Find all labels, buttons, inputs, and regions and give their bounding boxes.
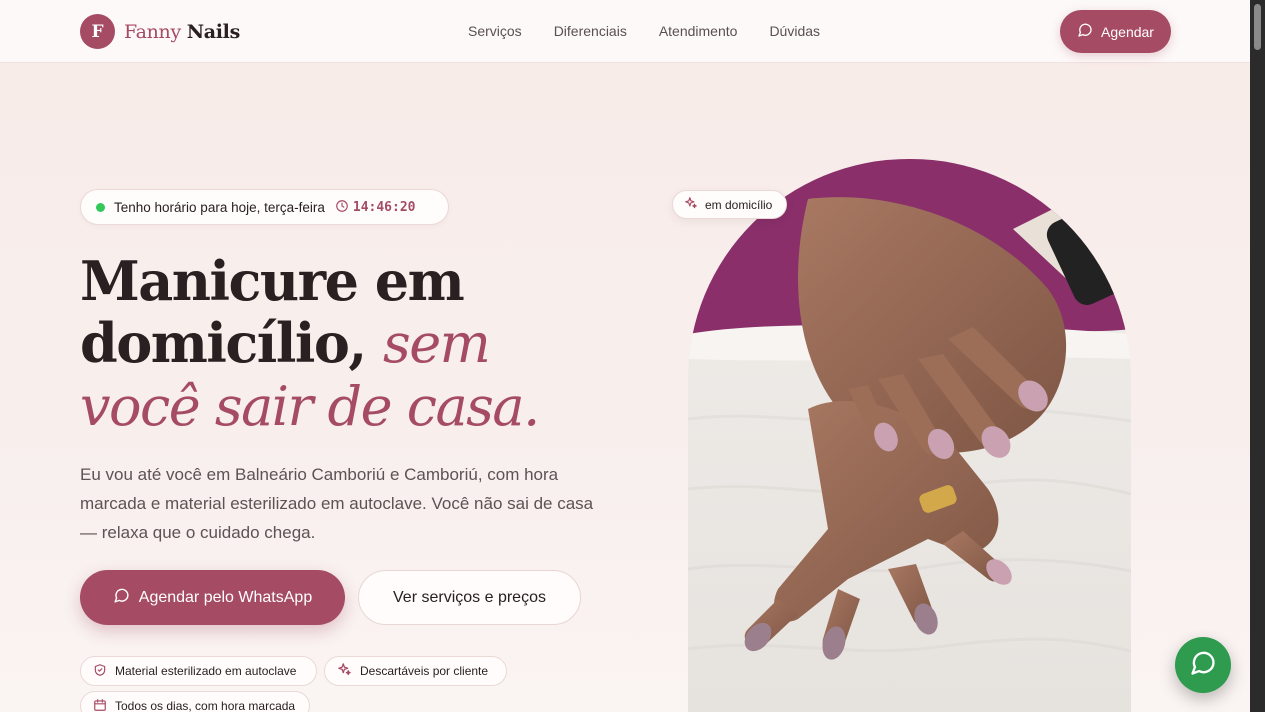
page: F Fanny Nails Serviços Diferenciais Aten… (0, 0, 1250, 712)
clock-group: 14:46:20 (335, 199, 416, 216)
hero-title-accent2: você sair de casa. (80, 375, 540, 438)
sparkle-icon (337, 662, 352, 680)
agendar-button[interactable]: Agendar (1060, 10, 1171, 53)
main-nav: Serviços Diferenciais Atendimento Dúvida… (468, 23, 820, 39)
hero-title-line2: domicílio, (80, 311, 367, 375)
nav-item-servicos[interactable]: Serviços (468, 23, 522, 39)
badge-sterilized-label: Material esterilizado em autoclave (115, 664, 297, 678)
sparkle-icon (684, 196, 698, 213)
logo-text: Fanny Nails (124, 21, 240, 43)
badge-disposables-label: Descartáveis por cliente (360, 664, 489, 678)
in-home-tag-label: em domicílio (705, 197, 773, 212)
nav-item-atendimento[interactable]: Atendimento (659, 23, 738, 39)
clock-icon (335, 199, 349, 216)
chat-bubble-icon (1077, 22, 1093, 41)
services-prices-label: Ver serviços e preços (393, 588, 546, 606)
site-header: F Fanny Nails Serviços Diferenciais Aten… (0, 0, 1250, 63)
online-status-dot (96, 202, 105, 212)
hero-title: Manicure em domicílio, sem você sair de … (80, 250, 640, 438)
services-prices-button[interactable]: Ver serviços e preços (358, 570, 581, 625)
current-time: 14:46:20 (352, 199, 416, 215)
nav-item-diferenciais[interactable]: Diferenciais (554, 23, 627, 39)
shield-icon (93, 663, 107, 680)
agendar-button-label: Agendar (1101, 23, 1154, 40)
availability-pill: Tenho horário para hoje, terça-feira 14:… (80, 189, 449, 225)
logo-name-part1: Fanny (124, 20, 181, 43)
whatsapp-floating-button[interactable] (1175, 637, 1231, 693)
in-home-tag: em domicílio (672, 190, 787, 219)
hero-lead: Eu vou até você em Balneário Camboriú e … (80, 465, 594, 542)
whatsapp-schedule-label: Agendar pelo WhatsApp (138, 588, 313, 606)
badge-disposables: Descartáveis por cliente (324, 656, 507, 686)
logo[interactable]: F Fanny Nails (80, 14, 240, 49)
chat-bubble-icon (113, 587, 130, 609)
hero-photo-manicure-hands (688, 159, 1131, 712)
badge-every-day: Todos os dias, com hora marcada (80, 691, 310, 712)
whatsapp-icon (1189, 649, 1217, 682)
manicure-hands-illustration (688, 159, 1131, 712)
badge-every-day-label: Todos os dias, com hora marcada (115, 699, 296, 712)
whatsapp-schedule-button[interactable]: Agendar pelo WhatsApp (80, 570, 345, 625)
vertical-scrollbar[interactable] (1250, 0, 1265, 712)
hero-title-line1: Manicure em (80, 249, 465, 313)
badge-sterilized: Material esterilizado em autoclave (80, 656, 317, 686)
scrollbar-thumb[interactable] (1254, 4, 1261, 50)
logo-badge: F (80, 14, 115, 49)
availability-text: Tenho horário para hoje, terça-feira (114, 199, 325, 215)
calendar-icon (93, 698, 107, 712)
hero-title-accent1: sem (382, 312, 491, 375)
nav-item-duvidas[interactable]: Dúvidas (769, 23, 820, 39)
logo-name-part2: Nails (186, 20, 241, 43)
